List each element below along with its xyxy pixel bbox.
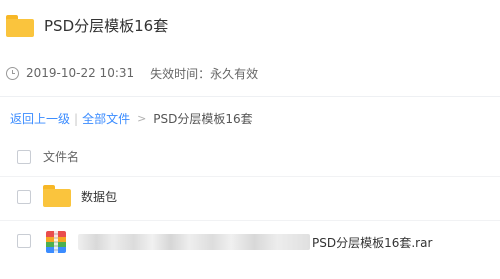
table-row[interactable]: 数据包: [0, 178, 500, 216]
share-date: 2019-10-22 10:31: [26, 66, 135, 80]
back-link[interactable]: 返回上一级: [10, 111, 70, 127]
row-checkbox[interactable]: [17, 190, 31, 204]
breadcrumb-arrow: >: [137, 112, 147, 125]
row-checkbox[interactable]: [17, 234, 31, 248]
share-header: PSD分层模板16套 2019-10-22 10:31 失效时间：永久有效: [0, 0, 500, 96]
row-divider: [0, 176, 500, 177]
page-title: PSD分层模板16套: [44, 17, 169, 35]
breadcrumb: 返回上一级 | 全部文件 > PSD分层模板16套: [10, 111, 253, 127]
expiry-text: 失效时间：永久有效: [150, 66, 259, 81]
table-row[interactable]: PSD分层模板16套.rar: [0, 224, 500, 262]
column-header-filename[interactable]: 文件名: [43, 149, 79, 165]
file-name[interactable]: 数据包: [81, 189, 117, 205]
folder-icon: [6, 15, 34, 37]
file-name[interactable]: PSD分层模板16套.rar: [312, 235, 432, 251]
table-header: 文件名: [0, 140, 500, 174]
row-divider: [0, 220, 500, 221]
redacted-text-blur: [78, 234, 310, 250]
breadcrumb-current: PSD分层模板16套: [153, 112, 253, 126]
rar-file-icon: [46, 231, 66, 253]
folder-icon: [43, 185, 71, 207]
divider: [0, 96, 500, 97]
breadcrumb-separator: |: [74, 112, 79, 126]
all-files-link[interactable]: 全部文件: [82, 111, 130, 127]
select-all-checkbox[interactable]: [17, 150, 31, 164]
clock-icon: [6, 66, 19, 80]
share-meta: 2019-10-22 10:31 失效时间：永久有效: [6, 65, 258, 81]
